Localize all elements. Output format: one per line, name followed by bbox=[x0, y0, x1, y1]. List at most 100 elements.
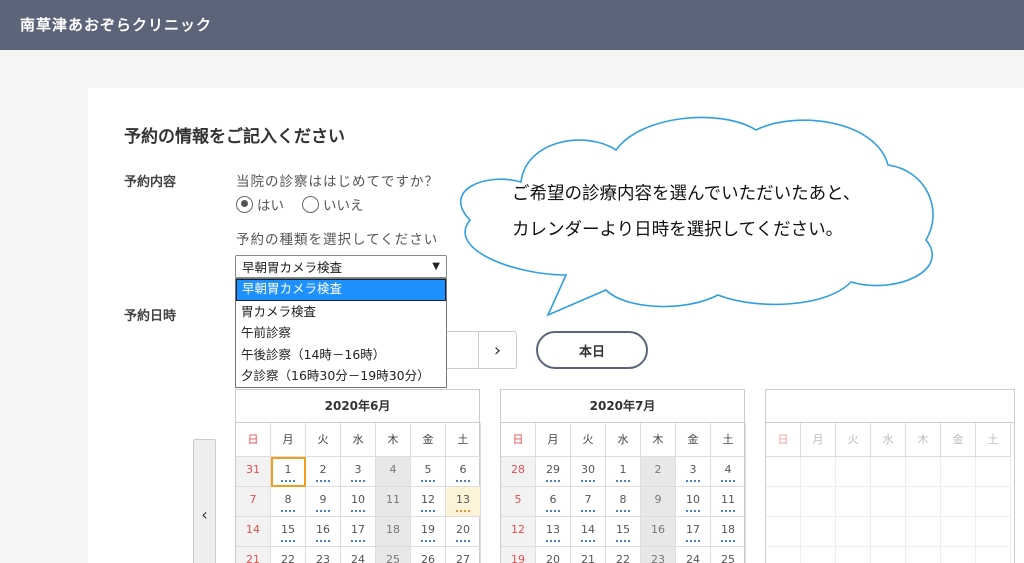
calendar-day[interactable]: 22 bbox=[271, 547, 306, 563]
day-number: 20 bbox=[456, 523, 470, 536]
calendar-day[interactable]: 24 bbox=[341, 547, 376, 563]
calendar-day[interactable]: 16 bbox=[306, 517, 341, 547]
calendar-day[interactable]: 26 bbox=[411, 547, 446, 563]
calendar-month-title: 2020年7月 bbox=[501, 390, 744, 423]
today-button[interactable]: 本日 bbox=[536, 331, 648, 369]
calendar-day[interactable]: 19 bbox=[411, 517, 446, 547]
calendar-day[interactable]: 9 bbox=[306, 487, 341, 517]
reservation-type-dropdown: 早朝胃カメラ検査 胃カメラ検査 午前診察 午後診察（14時－16時） 夕診察（1… bbox=[235, 278, 447, 388]
day-number: 3 bbox=[689, 463, 697, 476]
calendar-day[interactable]: 7 bbox=[571, 487, 606, 517]
calendar-day[interactable]: 6 bbox=[536, 487, 571, 517]
day-number: 6 bbox=[459, 463, 467, 476]
first-visit-question: 当院の診察ははじめてですか？ bbox=[236, 174, 439, 190]
availability-dots bbox=[616, 480, 630, 482]
calendar-day[interactable]: 1 bbox=[271, 457, 306, 487]
radio-no-indicator[interactable] bbox=[302, 195, 319, 213]
day-number: 18 bbox=[721, 523, 735, 536]
day-number: 3 bbox=[354, 463, 362, 476]
calendar-day[interactable]: 8 bbox=[271, 487, 306, 517]
day-number: 28 bbox=[511, 463, 525, 476]
calendar-day[interactable]: 8 bbox=[606, 487, 641, 517]
reservation-type-select[interactable]: 早朝胃カメラ検査 ▼ bbox=[235, 255, 447, 278]
radio-yes-indicator[interactable] bbox=[236, 195, 253, 213]
calendar-day[interactable]: 6 bbox=[446, 457, 481, 487]
day-number: 10 bbox=[351, 493, 365, 506]
empty-day-cell bbox=[801, 487, 836, 517]
radio-no[interactable]: いいえ bbox=[302, 194, 364, 214]
day-number: 4 bbox=[724, 463, 732, 476]
empty-day-cell bbox=[766, 457, 801, 487]
calendar-day[interactable]: 20 bbox=[536, 547, 571, 563]
calendar-day[interactable]: 3 bbox=[341, 457, 376, 487]
day-number: 9 bbox=[654, 493, 662, 506]
empty-day-cell bbox=[766, 487, 801, 517]
calendar-day[interactable]: 24 bbox=[676, 547, 711, 563]
weekday-header: 月 bbox=[536, 423, 571, 457]
day-number: 12 bbox=[511, 523, 525, 536]
day-number: 18 bbox=[386, 523, 400, 536]
calendar-day[interactable]: 29 bbox=[536, 457, 571, 487]
weekday-header: 木 bbox=[641, 423, 676, 457]
calendar-day[interactable]: 1 bbox=[606, 457, 641, 487]
calendar-day[interactable]: 13 bbox=[536, 517, 571, 547]
calendar-day[interactable]: 5 bbox=[411, 457, 446, 487]
calendar-day: 11 bbox=[376, 487, 411, 517]
day-number: 13 bbox=[546, 523, 560, 536]
calendar-day[interactable]: 17 bbox=[676, 517, 711, 547]
availability-dots bbox=[546, 510, 560, 512]
calendar-day[interactable]: 11 bbox=[711, 487, 746, 517]
radio-yes[interactable]: はい bbox=[236, 194, 284, 214]
section-title: 予約の情報をご記入ください bbox=[124, 127, 345, 147]
calendar-day[interactable]: 25 bbox=[711, 547, 746, 563]
day-number: 29 bbox=[546, 463, 560, 476]
calendar-day[interactable]: 4 bbox=[711, 457, 746, 487]
calendar-day[interactable]: 2 bbox=[306, 457, 341, 487]
calendar-day[interactable]: 23 bbox=[306, 547, 341, 563]
calendar-day[interactable]: 10 bbox=[341, 487, 376, 517]
option-early-gastroscopy[interactable]: 早朝胃カメラ検査 bbox=[236, 279, 446, 301]
calendar-day: 2 bbox=[641, 457, 676, 487]
calendar-day[interactable]: 13 bbox=[446, 487, 481, 517]
calendar-day[interactable]: 14 bbox=[571, 517, 606, 547]
calendar-day[interactable]: 22 bbox=[606, 547, 641, 563]
clinic-name: 南草津あおぞらクリニック bbox=[20, 16, 213, 34]
calendar-day[interactable]: 21 bbox=[571, 547, 606, 563]
day-number: 8 bbox=[619, 493, 627, 506]
availability-dots bbox=[456, 540, 470, 542]
availability-dots bbox=[721, 510, 735, 512]
option-gastroscopy[interactable]: 胃カメラ検査 bbox=[236, 301, 446, 323]
day-number: 1 bbox=[284, 463, 292, 476]
day-number: 9 bbox=[319, 493, 327, 506]
day-number: 23 bbox=[651, 553, 665, 563]
availability-dots bbox=[456, 510, 470, 512]
calendar-day[interactable]: 17 bbox=[341, 517, 376, 547]
calendar-day[interactable]: 12 bbox=[411, 487, 446, 517]
weekday-header: 火 bbox=[571, 423, 606, 457]
calendar-day: 16 bbox=[641, 517, 676, 547]
calendar-day[interactable]: 10 bbox=[676, 487, 711, 517]
calendar-day[interactable]: 27 bbox=[446, 547, 481, 563]
empty-day-cell bbox=[871, 487, 906, 517]
availability-dots bbox=[316, 510, 330, 512]
day-number: 1 bbox=[619, 463, 627, 476]
calendar-day[interactable]: 18 bbox=[711, 517, 746, 547]
day-number: 13 bbox=[456, 493, 470, 506]
day-number: 2 bbox=[654, 463, 662, 476]
empty-day-cell bbox=[906, 457, 941, 487]
day-number: 17 bbox=[351, 523, 365, 536]
option-morning-consult[interactable]: 午前診察 bbox=[236, 322, 446, 344]
option-afternoon-consult[interactable]: 午後診察（14時－16時） bbox=[236, 344, 446, 366]
availability-dots bbox=[456, 480, 470, 482]
day-number: 21 bbox=[581, 553, 595, 563]
calendar-day[interactable]: 15 bbox=[271, 517, 306, 547]
prev-month-button[interactable]: ‹ bbox=[193, 439, 216, 563]
availability-dots bbox=[281, 540, 295, 542]
calendar-day[interactable]: 3 bbox=[676, 457, 711, 487]
calendar-day[interactable]: 30 bbox=[571, 457, 606, 487]
option-evening-consult[interactable]: 夕診察（16時30分－19時30分） bbox=[236, 365, 446, 387]
next-month-button[interactable]: › bbox=[478, 332, 516, 368]
calendar-day[interactable]: 15 bbox=[606, 517, 641, 547]
calendar-day[interactable]: 20 bbox=[446, 517, 481, 547]
label-reservation-content: 予約内容 bbox=[124, 175, 177, 190]
